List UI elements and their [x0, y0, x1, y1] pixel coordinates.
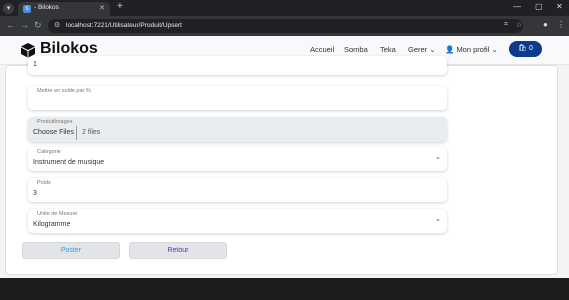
page-viewport: Bilokos Accueil Somba Teka Gerer ⌄ 👤 Mon… — [0, 36, 569, 278]
new-tab-icon[interactable]: + — [117, 1, 123, 12]
chevron-down-icon: ⌄ — [491, 45, 498, 54]
os-taskbar — [0, 278, 569, 300]
unite-select[interactable]: Unite de Mesure Kilogramme ⌄ — [28, 209, 447, 233]
user-icon: 👤 — [445, 45, 455, 54]
minimize-icon[interactable]: — — [513, 2, 521, 11]
poids-field[interactable]: Poids 3 — [28, 178, 447, 202]
nav-somba[interactable]: Somba — [344, 45, 368, 54]
address-bar[interactable]: ⚙ localhost:7221/Utilisateur/Produit/Ups… — [48, 19, 523, 33]
images-label: ProduitImages — [37, 119, 73, 125]
reload-icon[interactable]: ↻ — [34, 20, 42, 31]
choose-files-button[interactable]: Choose Files — [33, 129, 74, 136]
shopping-bag-icon: 🛍 — [518, 45, 528, 52]
poids-value[interactable]: 3 — [33, 190, 37, 197]
tab-title: - Bilokos — [34, 4, 59, 11]
profile-icon[interactable]: ● — [543, 20, 548, 29]
images-file-field[interactable]: ProduitImages Choose Files 2 files — [28, 117, 447, 142]
back-icon[interactable]: ← — [6, 20, 15, 30]
forward-icon[interactable]: → — [20, 20, 29, 30]
nav-gerer[interactable]: Gerer ⌄ — [408, 45, 436, 54]
nav-mon-profil-label: Mon profil — [456, 45, 490, 54]
close-window-icon[interactable]: ✕ — [556, 2, 563, 11]
categorie-select[interactable]: Categorie Instrument de musique ⌄ — [28, 147, 447, 171]
browser-menu-icon[interactable]: ⋮ — [557, 20, 565, 29]
nav-mon-profil[interactable]: 👤 Mon profil ⌄ — [445, 45, 498, 54]
unite-label: Unite de Mesure — [37, 211, 78, 217]
tab-search-icon[interactable]: ▾ — [3, 3, 14, 14]
chevron-down-icon[interactable]: ⌄ — [435, 153, 441, 161]
top-input-value[interactable]: 1 — [33, 61, 37, 68]
nav-accueil[interactable]: Accueil — [310, 45, 334, 54]
categorie-value[interactable]: Instrument de musique — [33, 159, 104, 166]
solde-field[interactable]: Mettre en solde par % — [28, 86, 447, 110]
unite-value[interactable]: Kilogramme — [33, 221, 70, 228]
translate-icon[interactable]: ⌗ — [504, 21, 508, 29]
site-info-icon[interactable]: ⚙ — [54, 21, 60, 29]
poids-label: Poids — [37, 180, 51, 186]
maximize-icon[interactable]: ▢ — [535, 2, 543, 11]
solde-label: Mettre en solde par % — [37, 88, 91, 94]
file-separator — [76, 126, 77, 140]
files-status: 2 files — [82, 129, 101, 136]
retour-button[interactable]: Retour — [129, 242, 227, 259]
chevron-down-icon: ⌄ — [429, 45, 436, 54]
tab-strip: ▾ S - Bilokos ✕ + — ▢ ✕ — [0, 0, 569, 16]
favicon-icon: S — [23, 5, 31, 13]
browser-tab[interactable]: S - Bilokos ✕ — [18, 2, 110, 16]
nav-gerer-label: Gerer — [408, 45, 428, 54]
poster-button[interactable]: Poster — [22, 242, 120, 259]
address-bar-row: ← → ↻ ⚙ localhost:7221/Utilisateur/Produ… — [0, 16, 569, 36]
chevron-down-icon[interactable]: ⌄ — [435, 215, 441, 223]
tab-close-icon[interactable]: ✕ — [99, 4, 105, 12]
form-card: 1 Mettre en solde par % ProduitImages Ch… — [5, 56, 558, 275]
bookmark-star-icon[interactable]: ☆ — [516, 21, 522, 29]
categorie-label: Categorie — [37, 149, 61, 155]
top-input-field[interactable]: 1 — [28, 56, 447, 75]
cart-button[interactable]: 🛍 0 — [509, 41, 542, 57]
nav-teka[interactable]: Teka — [380, 45, 396, 54]
url-text[interactable]: localhost:7221/Utilisateur/Produit/Upser… — [66, 22, 182, 29]
cart-count: 0 — [528, 45, 533, 52]
browser-window: ▾ S - Bilokos ✕ + — ▢ ✕ ← → ↻ ⚙ localhos… — [0, 0, 569, 300]
